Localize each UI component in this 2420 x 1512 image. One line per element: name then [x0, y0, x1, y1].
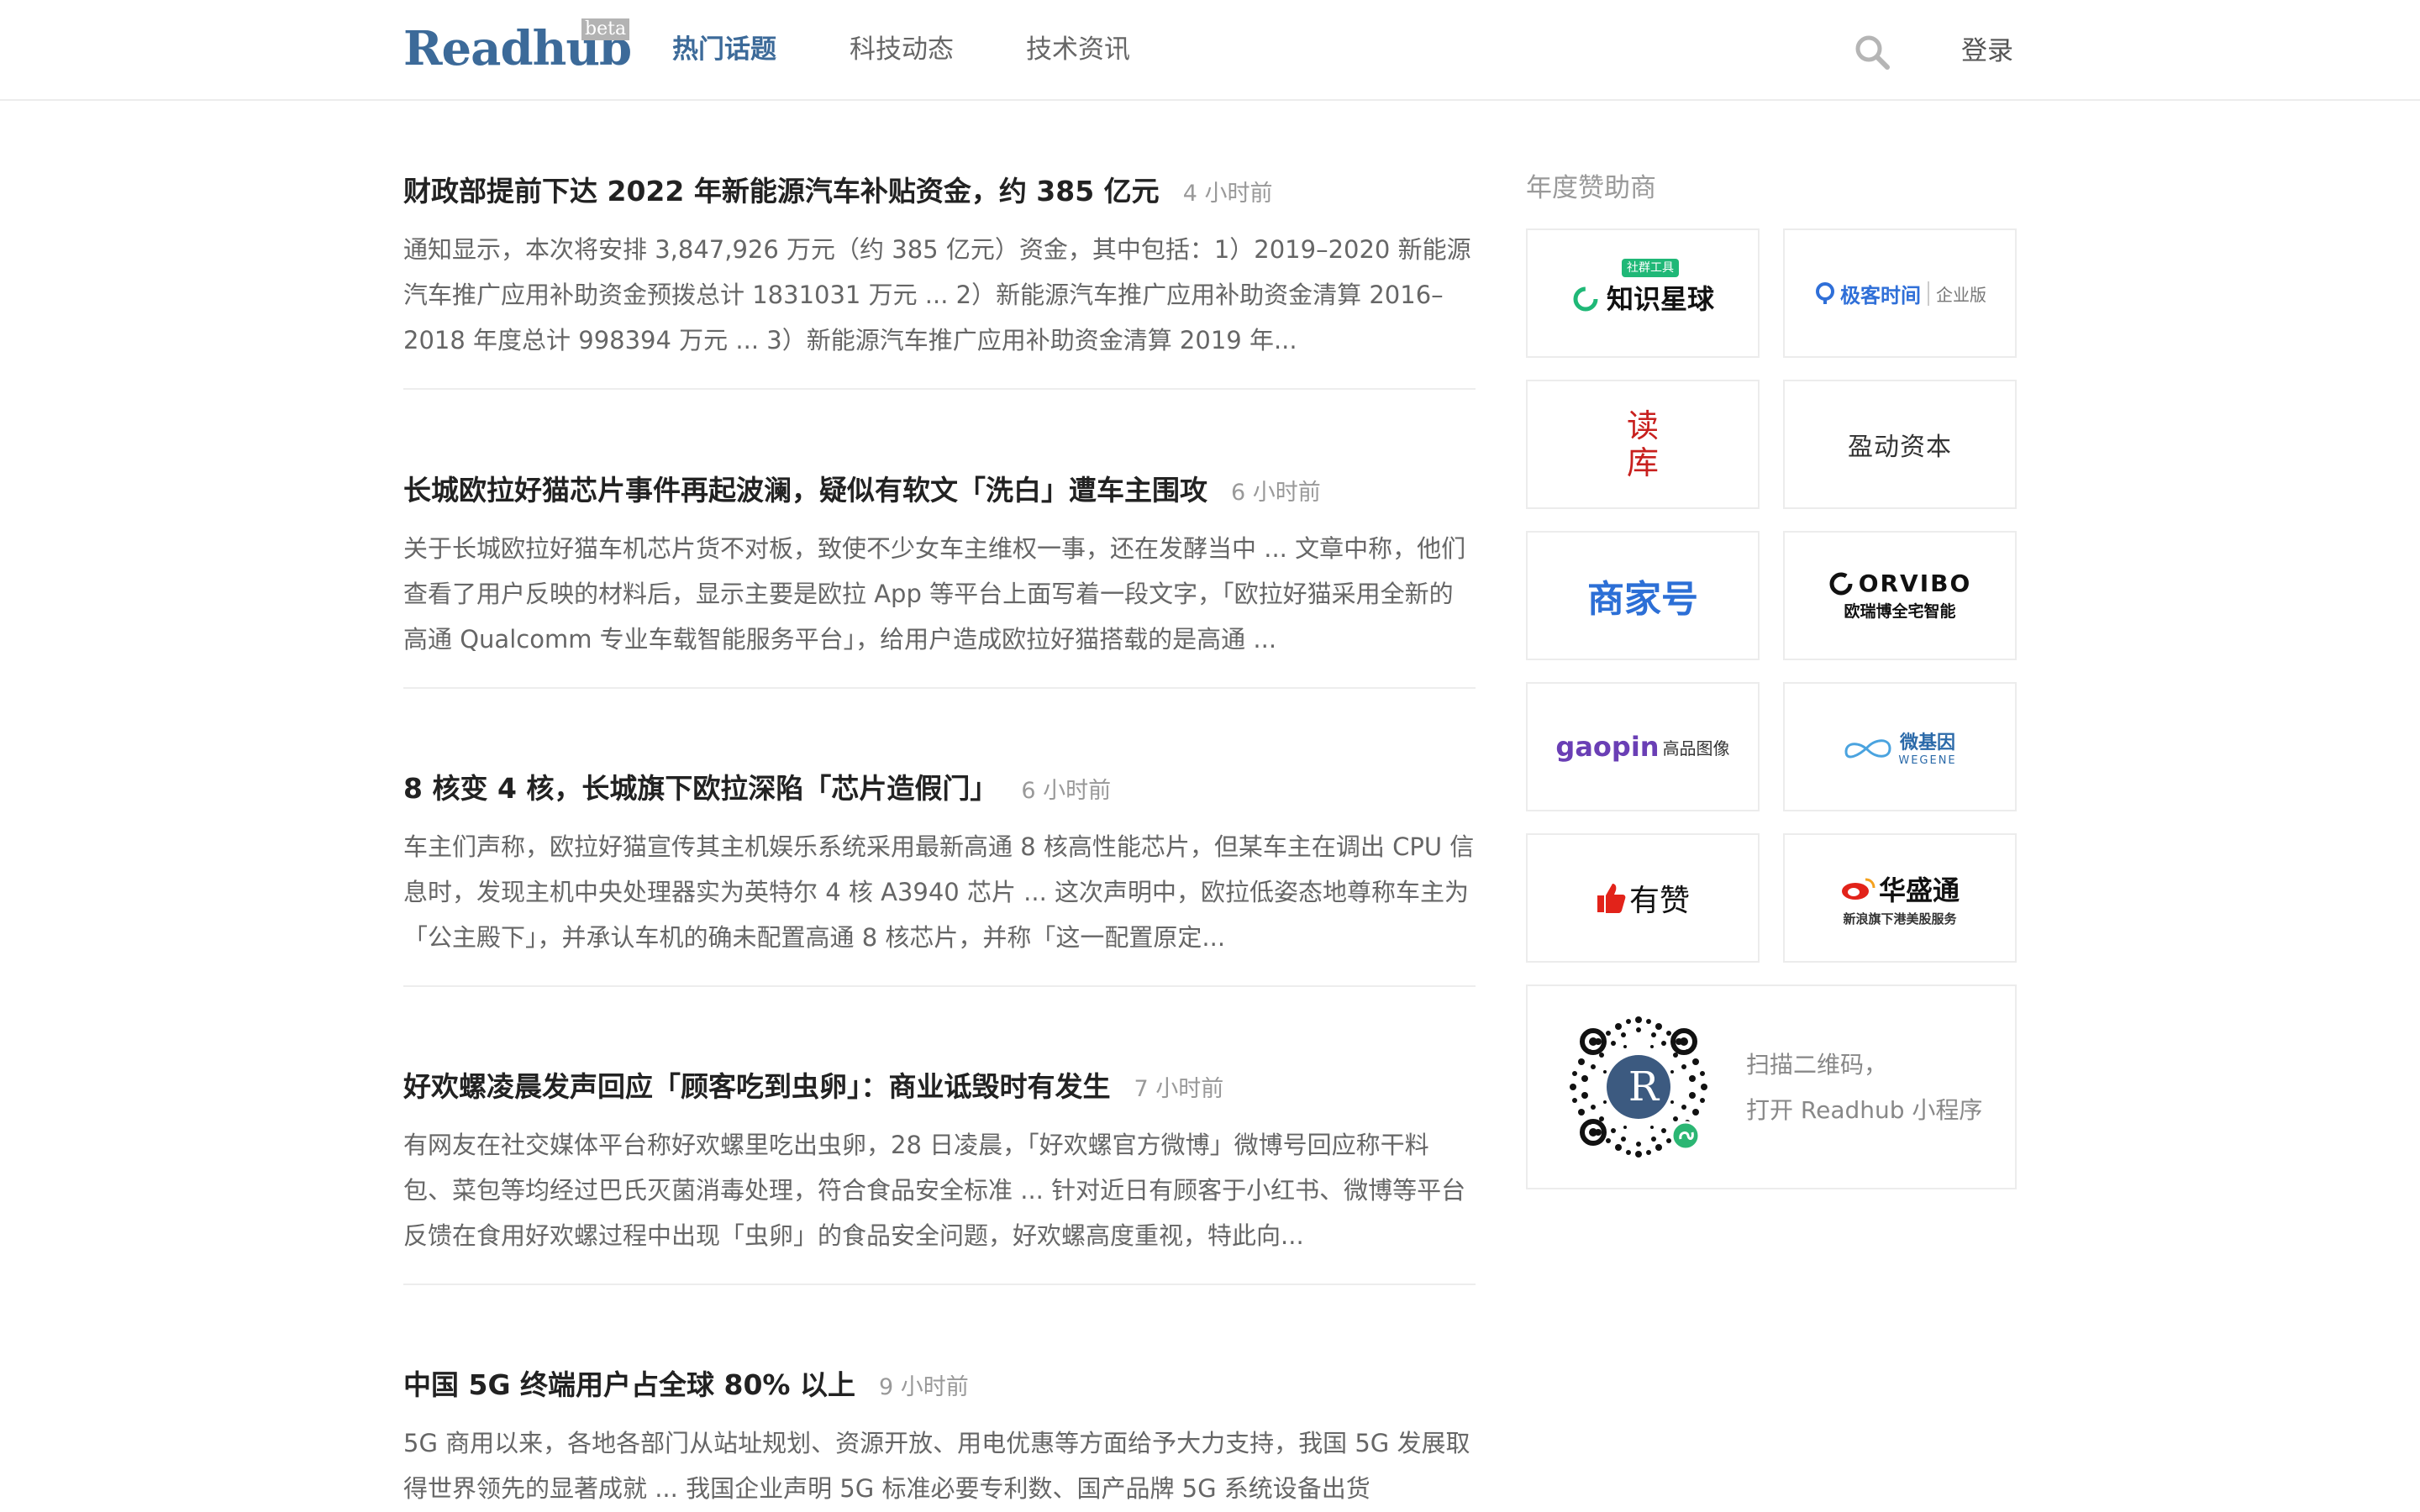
sponsor-gaopin[interactable]: gaopin 高品图像 [1526, 682, 1760, 811]
sponsor-sub: 企业版 [1928, 281, 1986, 306]
sponsor-tag: 社群工具 [1621, 259, 1679, 277]
topic-time: 6 小时前 [1231, 480, 1321, 506]
sponsor-shangjiahao[interactable]: 商家号 [1526, 531, 1760, 660]
nav-dev-news[interactable]: 技术资讯 [1026, 24, 1130, 76]
qr-caption-line2: 打开 Readhub 小程序 [1746, 1096, 1983, 1124]
readhub-logo[interactable]: Readhub beta [403, 15, 632, 82]
sponsor-duku[interactable]: 读库 [1526, 380, 1760, 509]
weibo-eye-icon [1841, 878, 1876, 900]
nav-tech-news[interactable]: 科技动态 [850, 24, 954, 76]
sponsor-wegene[interactable]: 微基因 WEGENE [1783, 682, 2017, 811]
topic-summary: 车主们声称，欧拉好猫宣传其主机娱乐系统采用最新高通 8 核高性能芯片，但某车主在… [403, 832, 1475, 952]
sponsor-name: 知识星球 [1606, 283, 1714, 315]
sponsor-name: 极客时间 [1840, 283, 1921, 307]
topic-title[interactable]: 8 核变 4 核，长城旗下欧拉深陷「芯片造假门」 [403, 772, 997, 805]
sponsor-name: gaopin [1555, 731, 1660, 763]
topic-title[interactable]: 长城欧拉好猫芯片事件再起波澜，疑似有软文「洗白」遭车主围攻 [403, 474, 1207, 507]
miniprogram-qr-card: R 扫描二维码， 打开 Readhub 小程序 [1526, 984, 2017, 1189]
sponsor-jikeshijian[interactable]: 极客时间 企业版 [1783, 228, 2017, 358]
divider [403, 687, 1476, 689]
sponsor-sub: WEGENE [1898, 753, 1957, 767]
page: Readhub beta 热门话题 科技动态 技术资讯 登录 财政部提前下达 2… [0, 0, 2420, 1512]
divider [403, 985, 1476, 987]
beta-badge: beta [581, 18, 630, 40]
zhishixingqiu-icon [1573, 286, 1598, 312]
sponsor-orvibo[interactable]: ORVIBO 欧瑞博全宅智能 [1783, 531, 2017, 660]
sponsor-name: 微基因 [1899, 732, 1955, 753]
divider [403, 1284, 1476, 1285]
wegene-icon [1844, 739, 1891, 759]
sponsor-name: 华盛通 [1878, 874, 1960, 906]
qr-caption-line1: 扫描二维码， [1746, 1051, 1888, 1079]
top-header: Readhub beta 热门话题 科技动态 技术资讯 登录 [0, 0, 2420, 101]
nav-hot-topics[interactable]: 热门话题 [672, 24, 776, 76]
topic-summary: 关于长城欧拉好猫车机芯片货不对板，致使不少女车主维权一事，还在发酵当中 ... … [403, 534, 1466, 654]
topic-title[interactable]: 好欢螺凌晨发声回应「顾客吃到虫卵」：商业诋毁时有发生 [403, 1070, 1111, 1103]
orvibo-icon [1829, 572, 1853, 595]
topic-time: 4 小时前 [1182, 181, 1273, 207]
sponsor-zhishixingqiu[interactable]: 社群工具 知识星球 [1526, 228, 1760, 358]
search-icon[interactable] [1852, 32, 1892, 72]
jikeshijian-icon [1816, 282, 1834, 304]
qr-center-logo: R [1628, 1063, 1660, 1110]
sponsor-name: ORVIBO [1858, 570, 1972, 597]
sponsor-name: 商家号 [1587, 578, 1698, 621]
sponsor-title: 年度赞助商 [1526, 173, 1656, 203]
sponsor-huashengtong[interactable]: 华盛通 新浪旗下港美股服务 [1783, 833, 2017, 963]
topic-title[interactable]: 财政部提前下达 2022 年新能源汽车补贴资金，约 385 亿元 [403, 175, 1160, 207]
thumbs-up-icon [1597, 884, 1626, 913]
topic-time: 6 小时前 [1021, 778, 1112, 804]
topic-time: 7 小时前 [1134, 1076, 1224, 1102]
sponsor-name: 读库 [1626, 407, 1659, 481]
login-link[interactable]: 登录 [1961, 25, 2013, 77]
topic-time: 9 小时前 [879, 1374, 969, 1400]
sponsor-sub: 新浪旗下港美股服务 [1843, 911, 1957, 927]
sponsor-sub: 欧瑞博全宅智能 [1844, 602, 1956, 621]
topic-title[interactable]: 中国 5G 终端用户占全球 80% 以上 [403, 1368, 855, 1401]
sponsor-youzan[interactable]: 有赞 [1526, 833, 1760, 963]
sponsor-yingdongziben[interactable]: 盈动资本 [1783, 380, 2017, 509]
topic-summary: 5G 商用以来，各地各部门从站址规划、资源开放、用电优惠等方面给予大力支持，我国… [403, 1429, 1470, 1503]
sponsor-sub: 高品图像 [1662, 738, 1730, 759]
sponsor-name: 有赞 [1628, 884, 1690, 918]
topic-summary: 有网友在社交媒体平台称好欢螺里吃出虫卵，28 日凌晨，「好欢螺官方微博」微博号回… [403, 1131, 1466, 1250]
sponsor-name: 盈动资本 [1848, 433, 1952, 462]
divider [403, 388, 1476, 390]
topic-summary: 通知显示，本次将安排 3,847,926 万元（约 385 亿元）资金，其中包括… [403, 235, 1471, 354]
